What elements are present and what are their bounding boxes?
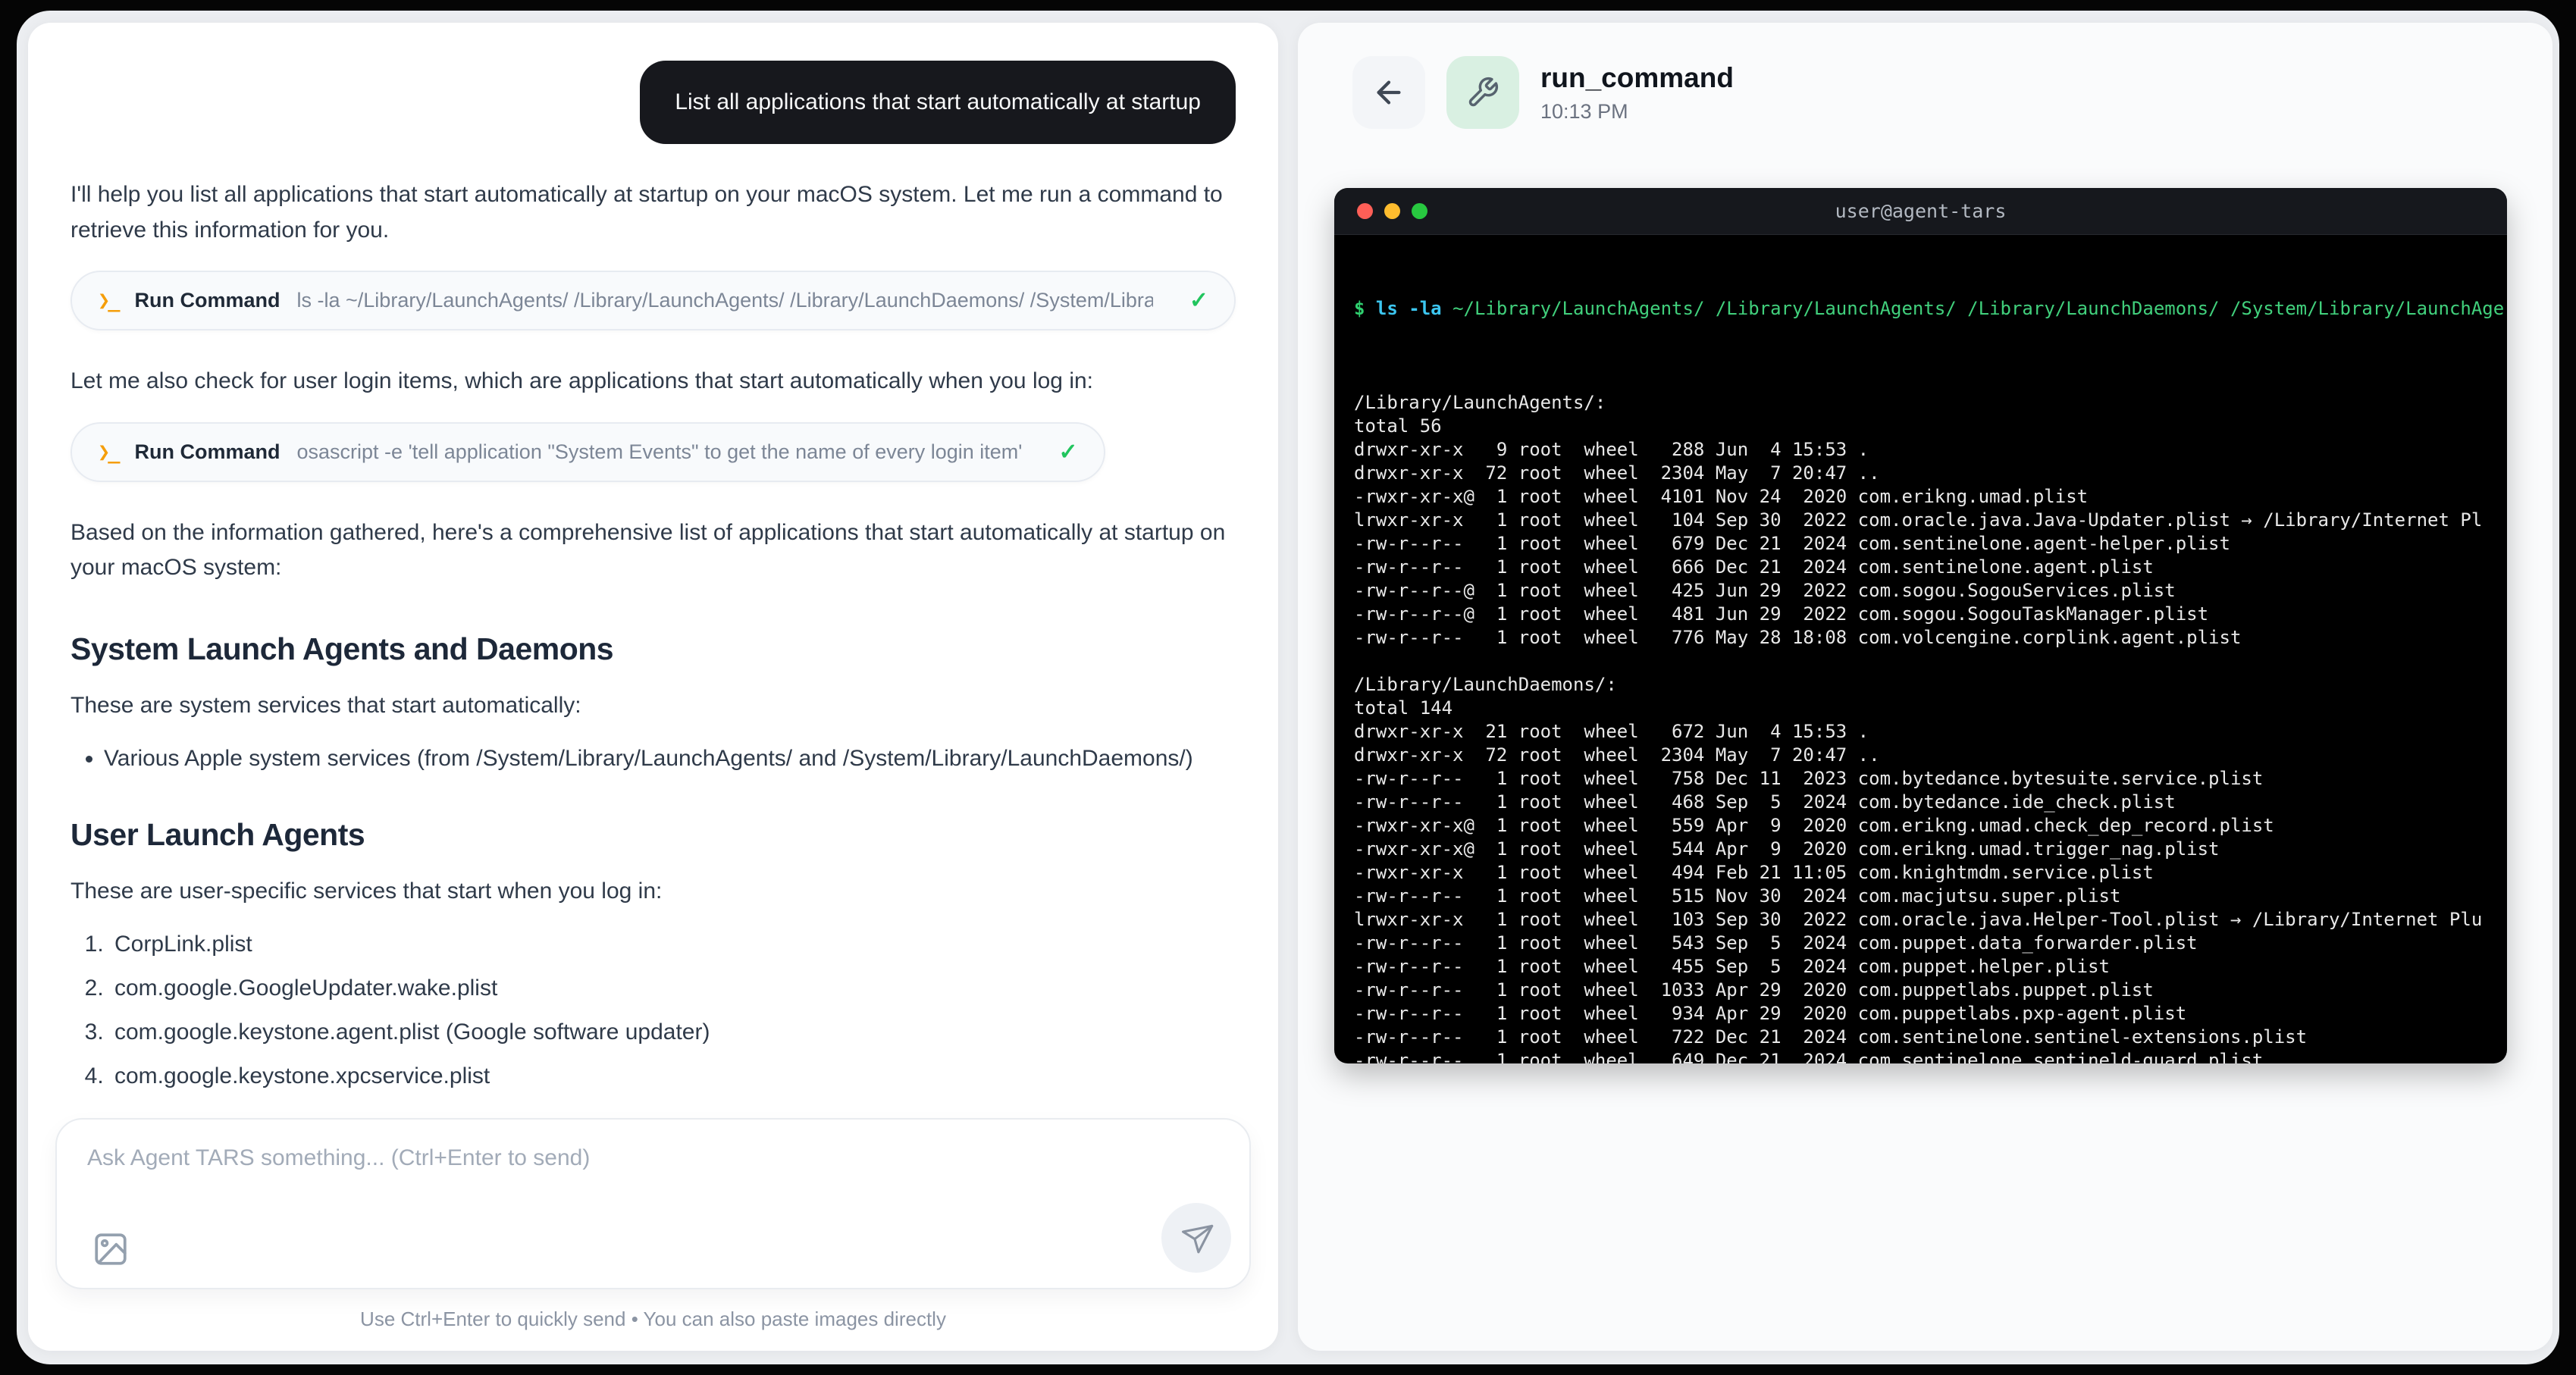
terminal-output-line: lrwxr-xr-x 1 root wheel 104 Sep 30 2022 … (1354, 509, 2487, 532)
run-command-tool-call-1[interactable]: ❯_ Run Command ls -la ~/Library/LaunchAg… (71, 271, 1236, 330)
terminal-output-line: -rw-r--r-- 1 root wheel 649 Dec 21 2024 … (1354, 1049, 2487, 1063)
terminal-output-line: -rw-r--r-- 1 root wheel 1033 Apr 29 2020… (1354, 979, 2487, 1002)
prompt-dollar: $ (1354, 298, 1365, 319)
maximize-window-icon (1412, 203, 1427, 219)
terminal-output-line: -rwxr-xr-x@ 1 root wheel 559 Apr 9 2020 … (1354, 814, 2487, 838)
run-command-tool-call-2[interactable]: ❯_ Run Command osascript -e 'tell applic… (71, 422, 1105, 482)
tool-call-command: osascript -e 'tell application "System E… (297, 440, 1023, 464)
terminal-window[interactable]: user@agent-tars $ ls -la ~/Library/Launc… (1334, 188, 2507, 1063)
terminal-output-line: -rw-r--r-- 1 root wheel 468 Sep 5 2024 c… (1354, 791, 2487, 814)
arrow-left-icon (1371, 75, 1406, 110)
minimize-window-icon (1384, 203, 1400, 219)
chat-thread[interactable]: List all applications that start automat… (28, 23, 1278, 1100)
terminal-prompt-icon: ❯_ (98, 440, 118, 464)
detail-title-block: run_command 10:13 PM (1540, 62, 1734, 124)
terminal-output-line: -rw-r--r-- 1 root wheel 722 Dec 21 2024 … (1354, 1026, 2487, 1049)
terminal-output-line: -rw-r--r--@ 1 root wheel 481 Jun 29 2022… (1354, 603, 2487, 626)
back-button[interactable] (1352, 56, 1425, 129)
user-message-bubble: List all applications that start automat… (640, 61, 1236, 144)
bullet-list: Various Apple system services (from /Sys… (104, 746, 1236, 772)
terminal-output-line: -rw-r--r-- 1 root wheel 934 Apr 29 2020 … (1354, 1002, 2487, 1026)
tool-name: run_command (1540, 62, 1734, 94)
terminal-output-line: -rw-r--r-- 1 root wheel 666 Dec 21 2024 … (1354, 556, 2487, 579)
terminal-output-line: -rw-r--r-- 1 root wheel 758 Dec 11 2023 … (1354, 767, 2487, 791)
user-message-row: List all applications that start automat… (71, 61, 1236, 144)
terminal-output-line: total 144 (1354, 697, 2487, 720)
message-input[interactable] (57, 1120, 1249, 1211)
terminal-output-line: /Library/LaunchAgents/: (1354, 391, 2487, 415)
window-controls (1357, 203, 1427, 219)
tool-timestamp: 10:13 PM (1540, 100, 1734, 124)
wrench-icon (1466, 76, 1500, 109)
tool-call-label: Run Command (135, 289, 280, 312)
list-item: com.google.GoogleUpdater.wake.plist (110, 976, 1236, 1001)
assistant-paragraph: Let me also check for user login items, … (71, 364, 1236, 399)
section-description: These are user-specific services that st… (71, 879, 1236, 904)
terminal-output-line: -rwxr-xr-x@ 1 root wheel 4101 Nov 24 202… (1354, 485, 2487, 509)
send-button[interactable] (1161, 1203, 1231, 1273)
close-window-icon (1357, 203, 1373, 219)
list-item: CorpLink.plist (110, 932, 1236, 957)
terminal-output-line: lrwxr-xr-x 1 root wheel 103 Sep 30 2022 … (1354, 908, 2487, 932)
composer-hint: Use Ctrl+Enter to quickly send • You can… (55, 1308, 1251, 1331)
terminal-output-line: -rw-r--r-- 1 root wheel 543 Sep 5 2024 c… (1354, 932, 2487, 955)
prompt-command: ls -la (1376, 298, 1442, 319)
tool-badge (1446, 56, 1519, 129)
terminal-output-line: -rw-r--r-- 1 root wheel 679 Dec 21 2024 … (1354, 532, 2487, 556)
detail-header: run_command 10:13 PM (1334, 56, 2516, 129)
app-window: List all applications that start automat… (17, 11, 2559, 1364)
chat-panel: List all applications that start automat… (28, 23, 1278, 1351)
terminal-output-line: /Library/LaunchDaemons/: (1354, 673, 2487, 697)
tool-call-label: Run Command (135, 440, 280, 464)
section-description: These are system services that start aut… (71, 693, 1236, 719)
numbered-list: CorpLink.plist com.google.GoogleUpdater.w… (110, 932, 1236, 1089)
terminal-prompt-line: $ ls -la ~/Library/LaunchAgents/ /Librar… (1354, 297, 2487, 321)
terminal-output-line: drwxr-xr-x 21 root wheel 672 Jun 4 15:53… (1354, 720, 2487, 744)
terminal-output-line: total 56 (1354, 415, 2487, 438)
tool-detail-panel: run_command 10:13 PM user@agent-tars $ l… (1298, 23, 2552, 1351)
terminal-output-line: -rw-r--r-- 1 root wheel 455 Sep 5 2024 c… (1354, 955, 2487, 979)
terminal-output-line: -rw-r--r-- 1 root wheel 776 May 28 18:08… (1354, 626, 2487, 650)
assistant-paragraph: Based on the information gathered, here'… (71, 515, 1236, 586)
terminal-output-line: drwxr-xr-x 9 root wheel 288 Jun 4 15:53 … (1354, 438, 2487, 462)
success-check-icon: ✓ (1039, 439, 1077, 465)
terminal-output-line: -rwxr-xr-x 1 root wheel 494 Feb 21 11:05… (1354, 861, 2487, 885)
section-heading-system-launch: System Launch Agents and Daemons (71, 631, 1236, 667)
section-heading-user-launch: User Launch Agents (71, 817, 1236, 853)
prompt-args: ~/Library/LaunchAgents/ /Library/LaunchA… (1453, 298, 2504, 319)
send-icon (1177, 1219, 1215, 1257)
terminal-output: $ ls -la ~/Library/LaunchAgents/ /Librar… (1334, 235, 2507, 1063)
list-item: com.google.keystone.xpcservice.plist (110, 1063, 1236, 1089)
assistant-paragraph: I'll help you list all applications that… (71, 177, 1236, 248)
list-item: Various Apple system services (from /Sys… (104, 746, 1236, 772)
composer-area: Use Ctrl+Enter to quickly send • You can… (28, 1100, 1278, 1351)
attach-image-button[interactable] (92, 1230, 130, 1268)
composer-box (55, 1118, 1251, 1289)
terminal-output-line (1354, 368, 2487, 391)
terminal-output-line: drwxr-xr-x 72 root wheel 2304 May 7 20:4… (1354, 462, 2487, 485)
terminal-prompt-icon: ❯_ (98, 289, 118, 312)
success-check-icon: ✓ (1170, 287, 1208, 314)
terminal-output-line: -rw-r--r--@ 1 root wheel 425 Jun 29 2022… (1354, 579, 2487, 603)
list-item: com.google.keystone.agent.plist (Google … (110, 1020, 1236, 1045)
terminal-title: user@agent-tars (1334, 200, 2507, 222)
terminal-titlebar: user@agent-tars (1334, 188, 2507, 235)
tool-call-command: ls -la ~/Library/LaunchAgents/ /Library/… (297, 289, 1153, 312)
terminal-output-line: -rwxr-xr-x@ 1 root wheel 544 Apr 9 2020 … (1354, 838, 2487, 861)
terminal-output-line (1354, 650, 2487, 673)
terminal-output-line: drwxr-xr-x 72 root wheel 2304 May 7 20:4… (1354, 744, 2487, 767)
image-icon (92, 1230, 130, 1268)
terminal-output-line: -rw-r--r-- 1 root wheel 515 Nov 30 2024 … (1354, 885, 2487, 908)
